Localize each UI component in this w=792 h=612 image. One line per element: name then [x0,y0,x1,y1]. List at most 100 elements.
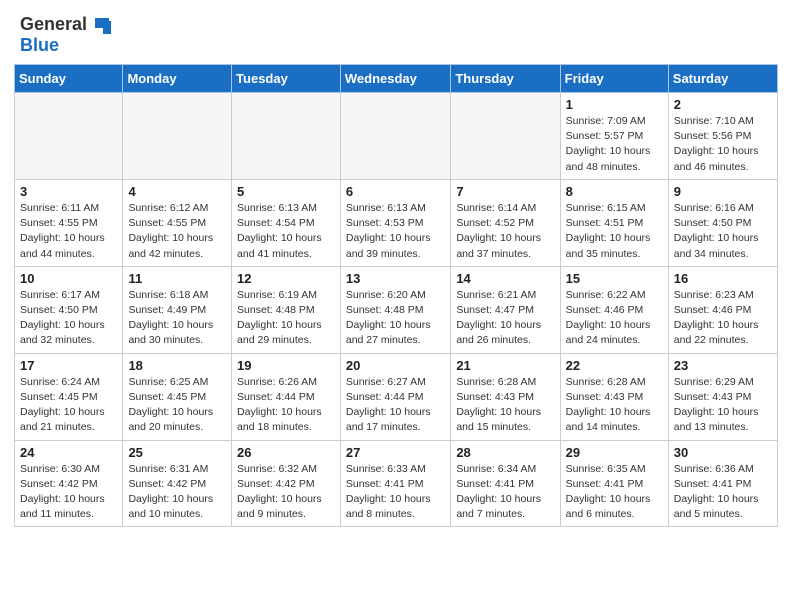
calendar-day-cell: 29 Sunrise: 6:35 AMSunset: 4:41 PMDayligh… [560,440,668,527]
calendar-day-cell: 21 Sunrise: 6:28 AMSunset: 4:43 PMDayligh… [451,353,560,440]
day-detail: Sunrise: 6:12 AMSunset: 4:55 PMDaylight:… [128,201,226,262]
day-number: 9 [674,184,772,199]
calendar-day-cell: 13 Sunrise: 6:20 AMSunset: 4:48 PMDayligh… [340,266,450,353]
day-number: 18 [128,358,226,373]
calendar-day-cell: 27 Sunrise: 6:33 AMSunset: 4:41 PMDayligh… [340,440,450,527]
calendar-day-cell [123,93,232,180]
day-detail: Sunrise: 6:11 AMSunset: 4:55 PMDaylight:… [20,201,117,262]
day-number: 24 [20,445,117,460]
day-number: 22 [566,358,663,373]
day-number: 17 [20,358,117,373]
day-detail: Sunrise: 6:19 AMSunset: 4:48 PMDaylight:… [237,288,335,349]
weekday-header-row: SundayMondayTuesdayWednesdayThursdayFrid… [15,65,778,93]
logo-blue-text: Blue [20,35,59,55]
calendar-day-cell: 23Sunrise: 6:29 AMSunset: 4:43 PMDayligh… [668,353,777,440]
weekday-header: Saturday [668,65,777,93]
day-number: 8 [566,184,663,199]
day-detail: Sunrise: 6:20 AMSunset: 4:48 PMDaylight:… [346,288,445,349]
day-detail: Sunrise: 6:28 AMSunset: 4:43 PMDaylight:… [566,375,663,436]
calendar-day-cell: 12Sunrise: 6:19 AMSunset: 4:48 PMDayligh… [232,266,341,353]
day-number: 7 [456,184,554,199]
day-detail: Sunrise: 6:28 AMSunset: 4:43 PMDaylight:… [456,375,554,436]
calendar-day-cell: 18Sunrise: 6:25 AMSunset: 4:45 PMDayligh… [123,353,232,440]
day-number: 15 [566,271,663,286]
calendar-day-cell: 30 Sunrise: 6:36 AMSunset: 4:41 PMDayligh… [668,440,777,527]
calendar-week-row: 1 Sunrise: 7:09 AMSunset: 5:57 PMDaylight… [15,93,778,180]
day-detail: Sunrise: 6:36 AMSunset: 4:41 PMDaylight:… [674,462,772,523]
day-detail: Sunrise: 6:13 AMSunset: 4:54 PMDaylight:… [237,201,335,262]
day-detail: Sunrise: 6:34 AMSunset: 4:41 PMDaylight:… [456,462,554,523]
day-detail: Sunrise: 6:35 AMSunset: 4:41 PMDaylight:… [566,462,663,523]
calendar-day-cell: 28 Sunrise: 6:34 AMSunset: 4:41 PMDayligh… [451,440,560,527]
day-number: 29 [566,445,663,460]
calendar-day-cell [15,93,123,180]
day-detail: Sunrise: 6:32 AMSunset: 4:42 PMDaylight:… [237,462,335,523]
calendar-week-row: 17Sunrise: 6:24 AMSunset: 4:45 PMDayligh… [15,353,778,440]
weekday-header: Thursday [451,65,560,93]
day-detail: Sunrise: 6:29 AMSunset: 4:43 PMDaylight:… [674,375,772,436]
day-number: 2 [674,97,772,112]
day-detail: Sunrise: 6:22 AMSunset: 4:46 PMDaylight:… [566,288,663,349]
calendar-week-row: 10 Sunrise: 6:17 AMSunset: 4:50 PMDayligh… [15,266,778,353]
calendar-day-cell: 14 Sunrise: 6:21 AMSunset: 4:47 PMDayligh… [451,266,560,353]
logo-general-text: General [20,14,87,35]
calendar-day-cell: 9Sunrise: 6:16 AMSunset: 4:50 PMDaylight… [668,179,777,266]
calendar-day-cell: 8 Sunrise: 6:15 AMSunset: 4:51 PMDaylight… [560,179,668,266]
day-detail: Sunrise: 6:31 AMSunset: 4:42 PMDaylight:… [128,462,226,523]
calendar-day-cell: 4 Sunrise: 6:12 AMSunset: 4:55 PMDaylight… [123,179,232,266]
day-number: 27 [346,445,445,460]
day-detail: Sunrise: 6:26 AMSunset: 4:44 PMDaylight:… [237,375,335,436]
calendar-day-cell [451,93,560,180]
day-detail: Sunrise: 6:21 AMSunset: 4:47 PMDaylight:… [456,288,554,349]
day-detail: Sunrise: 7:09 AMSunset: 5:57 PMDaylight:… [566,114,663,175]
calendar-day-cell: 3 Sunrise: 6:11 AMSunset: 4:55 PMDaylight… [15,179,123,266]
day-number: 14 [456,271,554,286]
day-number: 28 [456,445,554,460]
day-number: 30 [674,445,772,460]
day-detail: Sunrise: 6:17 AMSunset: 4:50 PMDaylight:… [20,288,117,349]
calendar-day-cell: 1 Sunrise: 7:09 AMSunset: 5:57 PMDaylight… [560,93,668,180]
calendar-day-cell: 2 Sunrise: 7:10 AMSunset: 5:56 PMDaylight… [668,93,777,180]
calendar-day-cell: 16 Sunrise: 6:23 AMSunset: 4:46 PMDayligh… [668,266,777,353]
day-number: 6 [346,184,445,199]
day-number: 10 [20,271,117,286]
day-detail: Sunrise: 6:14 AMSunset: 4:52 PMDaylight:… [456,201,554,262]
calendar-day-cell: 26 Sunrise: 6:32 AMSunset: 4:42 PMDayligh… [232,440,341,527]
calendar-day-cell: 22 Sunrise: 6:28 AMSunset: 4:43 PMDayligh… [560,353,668,440]
day-number: 21 [456,358,554,373]
day-number: 25 [128,445,226,460]
calendar-day-cell: 11 Sunrise: 6:18 AMSunset: 4:49 PMDayligh… [123,266,232,353]
day-number: 3 [20,184,117,199]
calendar-week-row: 3 Sunrise: 6:11 AMSunset: 4:55 PMDaylight… [15,179,778,266]
weekday-header: Sunday [15,65,123,93]
day-detail: Sunrise: 6:13 AMSunset: 4:53 PMDaylight:… [346,201,445,262]
logo-icon [89,16,111,34]
day-number: 4 [128,184,226,199]
day-detail: Sunrise: 6:15 AMSunset: 4:51 PMDaylight:… [566,201,663,262]
calendar-week-row: 24 Sunrise: 6:30 AMSunset: 4:42 PMDayligh… [15,440,778,527]
calendar-day-cell: 6 Sunrise: 6:13 AMSunset: 4:53 PMDaylight… [340,179,450,266]
calendar-day-cell: 10 Sunrise: 6:17 AMSunset: 4:50 PMDayligh… [15,266,123,353]
calendar-day-cell: 15 Sunrise: 6:22 AMSunset: 4:46 PMDayligh… [560,266,668,353]
calendar-day-cell: 24 Sunrise: 6:30 AMSunset: 4:42 PMDayligh… [15,440,123,527]
calendar-container: SundayMondayTuesdayWednesdayThursdayFrid… [0,64,792,541]
day-number: 16 [674,271,772,286]
calendar-day-cell: 19 Sunrise: 6:26 AMSunset: 4:44 PMDayligh… [232,353,341,440]
day-number: 11 [128,271,226,286]
day-detail: Sunrise: 6:23 AMSunset: 4:46 PMDaylight:… [674,288,772,349]
day-detail: Sunrise: 6:27 AMSunset: 4:44 PMDaylight:… [346,375,445,436]
day-number: 13 [346,271,445,286]
day-number: 1 [566,97,663,112]
calendar-day-cell: 25 Sunrise: 6:31 AMSunset: 4:42 PMDayligh… [123,440,232,527]
day-detail: Sunrise: 6:18 AMSunset: 4:49 PMDaylight:… [128,288,226,349]
calendar-day-cell: 17Sunrise: 6:24 AMSunset: 4:45 PMDayligh… [15,353,123,440]
day-number: 19 [237,358,335,373]
day-detail: Sunrise: 6:33 AMSunset: 4:41 PMDaylight:… [346,462,445,523]
calendar-day-cell: 20Sunrise: 6:27 AMSunset: 4:44 PMDayligh… [340,353,450,440]
weekday-header: Tuesday [232,65,341,93]
weekday-header: Monday [123,65,232,93]
day-detail: Sunrise: 7:10 AMSunset: 5:56 PMDaylight:… [674,114,772,175]
day-detail: Sunrise: 6:30 AMSunset: 4:42 PMDaylight:… [20,462,117,523]
weekday-header: Wednesday [340,65,450,93]
day-number: 26 [237,445,335,460]
